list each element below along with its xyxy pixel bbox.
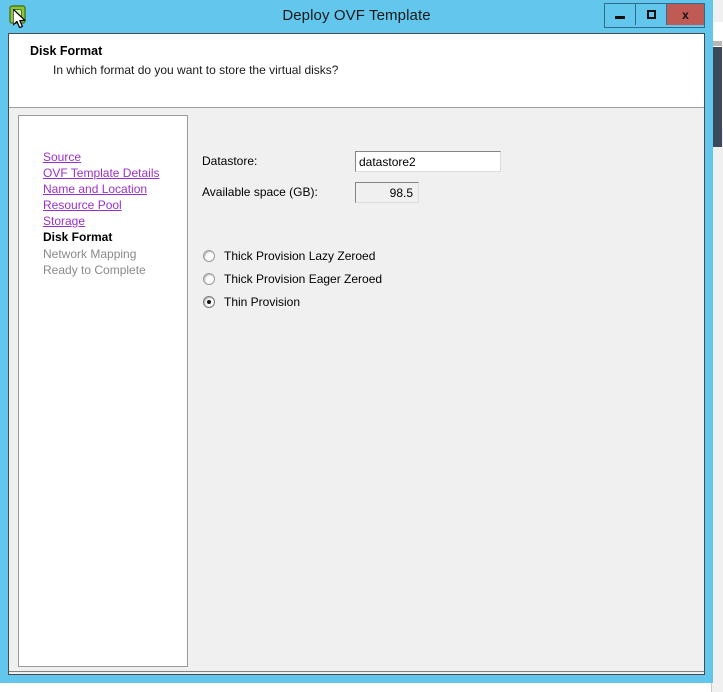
page-header: Disk Format In which format do you want … (9, 34, 704, 108)
background-window-scrollbar-thumb[interactable] (713, 47, 722, 147)
close-button[interactable]: x (667, 4, 704, 25)
minimize-icon (615, 16, 625, 19)
sidebar-item-disk-format[interactable]: Disk Format (43, 230, 112, 244)
wizard-step-list: Source OVF Template Details Name and Loc… (18, 115, 188, 667)
sidebar-item-network-mapping[interactable]: Network Mapping (43, 247, 136, 261)
datastore-input[interactable] (355, 151, 501, 172)
radio-label: Thick Provision Eager Zeroed (224, 272, 383, 286)
datastore-label: Datastore: (202, 154, 258, 168)
page-subtitle: In which format do you want to store the… (53, 63, 339, 77)
minimize-button[interactable] (605, 4, 636, 25)
radio-mark-icon (203, 250, 215, 262)
sidebar-item-ready-to-complete[interactable]: Ready to Complete (43, 263, 146, 277)
radio-thick-provision-lazy-zeroed[interactable]: Thick Provision Lazy Zeroed (203, 249, 375, 263)
page-title: Disk Format (30, 44, 103, 58)
deploy-ovf-template-dialog: Deploy OVF Template x Disk Format In whi… (0, 0, 713, 683)
background-window-scrollbar-cap (713, 41, 722, 46)
radio-mark-icon (203, 296, 215, 308)
radio-label: Thick Provision Lazy Zeroed (224, 249, 376, 263)
sidebar-item-storage[interactable]: Storage (43, 214, 85, 228)
footer-button-bar: Help < Back Next > Cancel (9, 672, 704, 674)
radio-mark-icon (203, 273, 215, 285)
sidebar-item-source[interactable]: Source (43, 150, 81, 164)
radio-thin-provision[interactable]: Thin Provision (203, 295, 300, 309)
sidebar-item-ovf-template-details[interactable]: OVF Template Details (43, 166, 160, 180)
available-space-label: Available space (GB): (202, 185, 318, 199)
dialog-client-area: Disk Format In which format do you want … (8, 33, 705, 675)
sidebar-item-name-and-location[interactable]: Name and Location (43, 182, 147, 196)
available-space-input[interactable] (355, 182, 419, 203)
maximize-icon (646, 10, 656, 19)
disk-format-content: Datastore: Available space (GB): Thick P… (189, 109, 704, 667)
radio-label: Thin Provision (224, 295, 301, 309)
window-controls: x (604, 3, 705, 28)
maximize-button[interactable] (636, 4, 667, 25)
sidebar-item-resource-pool[interactable]: Resource Pool (43, 198, 122, 212)
radio-thick-provision-eager-zeroed[interactable]: Thick Provision Eager Zeroed (203, 272, 382, 286)
background-window-scrollbar-track[interactable] (713, 22, 723, 147)
title-bar[interactable]: Deploy OVF Template x (0, 0, 713, 33)
